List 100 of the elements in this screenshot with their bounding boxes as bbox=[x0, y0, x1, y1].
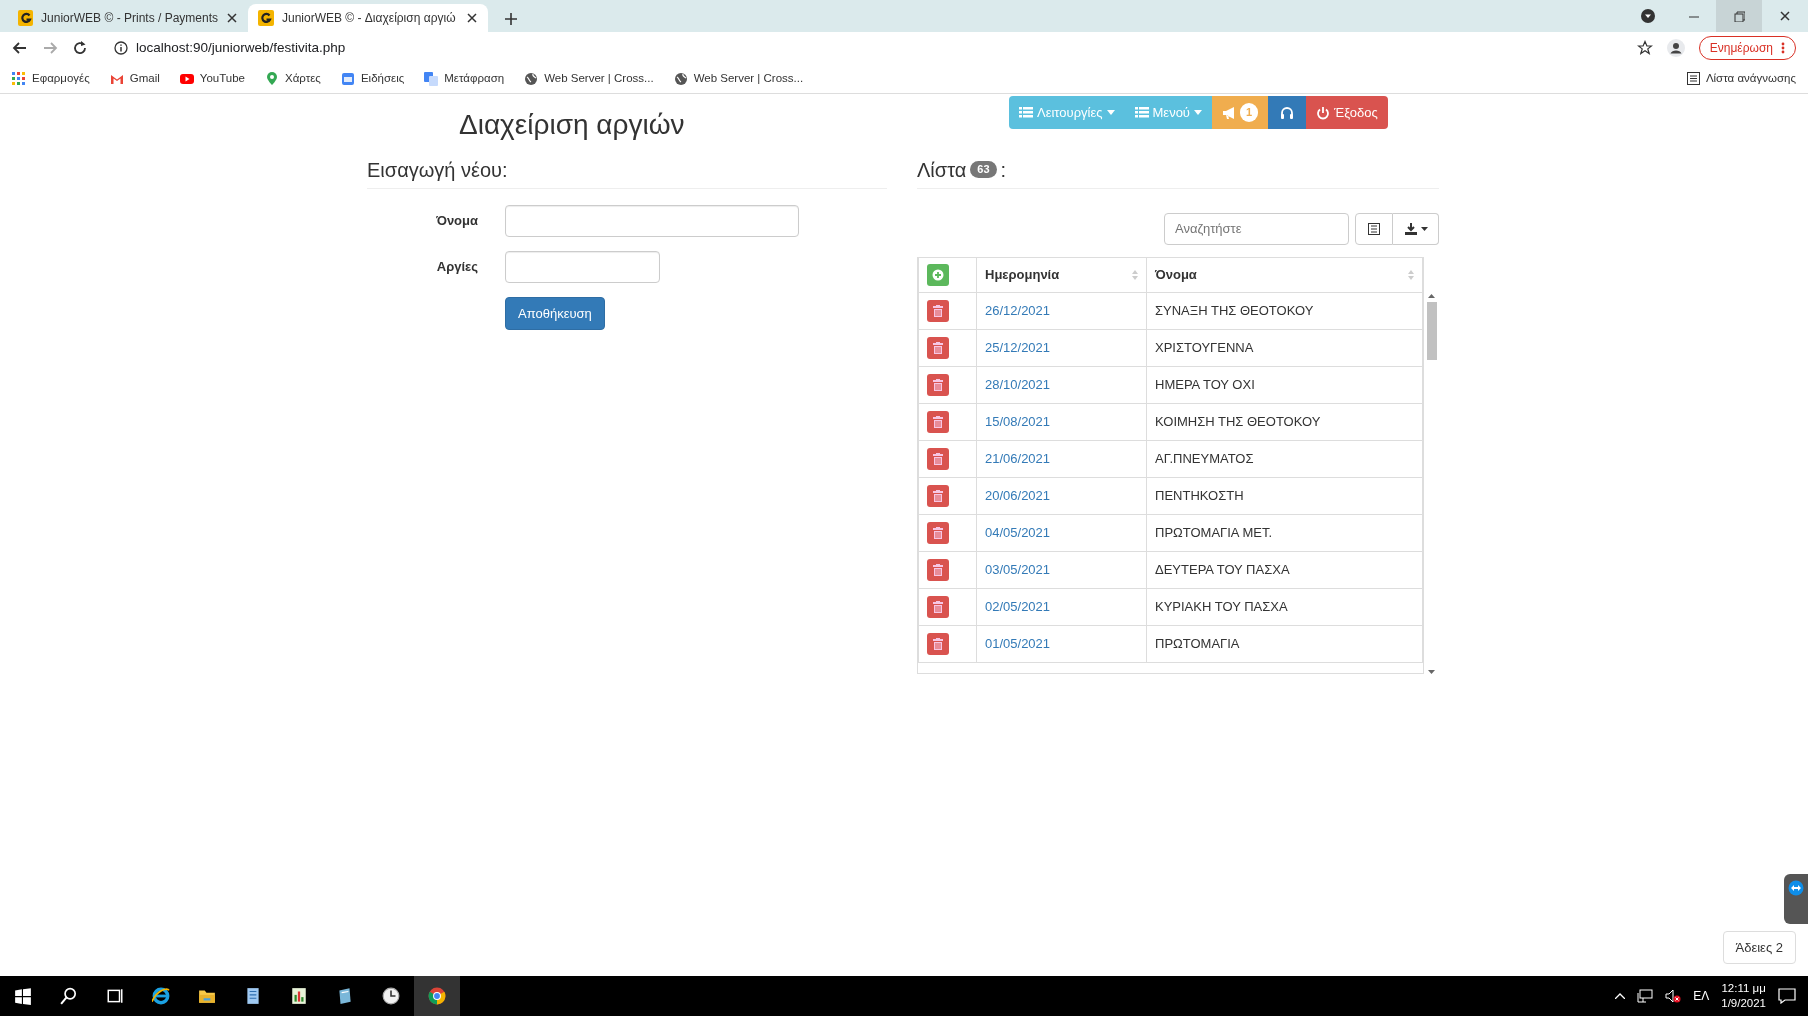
close-icon[interactable] bbox=[226, 12, 238, 24]
delete-button[interactable] bbox=[927, 299, 949, 322]
delete-button[interactable] bbox=[927, 484, 949, 507]
bookmark[interactable]: Εφαρμογές bbox=[12, 69, 90, 88]
browser-tab[interactable]: JuniorWEB © - Διαχείριση αργιώ bbox=[248, 4, 488, 32]
bookmark[interactable]: Μετάφραση bbox=[424, 69, 505, 88]
reload-icon[interactable] bbox=[72, 40, 88, 56]
trash-icon bbox=[933, 415, 943, 428]
apps-grid-icon bbox=[12, 71, 26, 86]
section-heading: Εισαγωγή νέου: bbox=[367, 157, 887, 189]
bookmark[interactable]: Gmail bbox=[109, 69, 160, 88]
table-cell: ΔΕΥΤΕΡΑ ΤΟΥ ΠΑΣΧΑ bbox=[1146, 551, 1423, 589]
new-tab-icon[interactable] bbox=[504, 12, 518, 27]
date-link[interactable]: 02/05/2021 bbox=[985, 598, 1051, 614]
bookmark[interactable]: Web Server | Cross... bbox=[673, 69, 804, 88]
more-icon bbox=[1781, 42, 1785, 54]
chart-document-icon[interactable] bbox=[290, 987, 308, 1005]
profile-icon[interactable] bbox=[1666, 39, 1685, 57]
delete-button[interactable] bbox=[927, 521, 949, 544]
trash-icon bbox=[933, 600, 943, 613]
close-icon[interactable] bbox=[466, 12, 478, 24]
update-button[interactable]: Ενημέρωση bbox=[1698, 36, 1796, 60]
delete-button[interactable] bbox=[927, 336, 949, 359]
trash-icon bbox=[933, 378, 943, 391]
address-bar[interactable]: localhost:90/juniorweb/festivita.php bbox=[114, 37, 1623, 59]
reading-list-button[interactable]: Λίστα ανάγνωσης bbox=[1686, 69, 1796, 88]
section-heading: Λίστα bbox=[917, 157, 967, 182]
delete-button[interactable] bbox=[927, 595, 949, 618]
leaves-button[interactable]: Άδειες 2 bbox=[1722, 930, 1796, 964]
date-link[interactable]: 28/10/2021 bbox=[985, 376, 1051, 392]
delete-button[interactable] bbox=[927, 373, 949, 396]
notebook-icon[interactable] bbox=[336, 987, 354, 1005]
export-button[interactable] bbox=[1393, 212, 1439, 245]
chevron-up-icon[interactable] bbox=[1615, 993, 1626, 999]
close-icon[interactable] bbox=[1779, 10, 1791, 22]
site-logo-icon bbox=[19, 12, 32, 24]
bookmark[interactable]: Web Server | Cross... bbox=[524, 69, 654, 88]
scroll-down-icon[interactable] bbox=[1428, 669, 1435, 674]
table-cell: ΠΡΩΤΟΜΑΓΙΑ ΜΕΤ. bbox=[1146, 514, 1423, 552]
folder-icon[interactable] bbox=[198, 987, 216, 1005]
clock[interactable]: 12:11 μμ 1/9/2021 bbox=[1721, 981, 1766, 1011]
delete-button[interactable] bbox=[927, 558, 949, 581]
clock-icon[interactable] bbox=[382, 987, 400, 1005]
table-cell: ΗΜΕΡΑ ΤΟΥ ΟΧΙ bbox=[1146, 366, 1423, 404]
browser-e-icon[interactable] bbox=[152, 987, 170, 1005]
table-cell: ΠΕΝΤΗΚΟΣΤΗ bbox=[1146, 477, 1423, 515]
scrollbar-thumb[interactable] bbox=[1426, 301, 1437, 360]
task-view-icon[interactable] bbox=[106, 987, 124, 1005]
date-link[interactable]: 04/05/2021 bbox=[985, 524, 1051, 540]
browser-tab[interactable]: JuniorWEB © - Prints / Payments bbox=[8, 4, 248, 32]
columns-button[interactable] bbox=[1355, 212, 1393, 245]
delete-button[interactable] bbox=[927, 410, 949, 433]
bookmark-star-icon[interactable] bbox=[1636, 40, 1653, 56]
site-logo-icon bbox=[260, 12, 272, 24]
date-link[interactable]: 03/05/2021 bbox=[985, 561, 1051, 577]
network-icon[interactable] bbox=[1637, 989, 1654, 1003]
video-play-icon bbox=[179, 71, 194, 86]
profile-dropdown-icon[interactable] bbox=[1640, 8, 1656, 24]
restore-icon[interactable] bbox=[1733, 10, 1745, 22]
support-button[interactable] bbox=[1268, 96, 1307, 129]
text-field[interactable] bbox=[505, 250, 660, 283]
search-icon[interactable] bbox=[60, 987, 78, 1005]
map-pin-icon bbox=[265, 71, 279, 86]
date-link[interactable]: 21/06/2021 bbox=[985, 450, 1051, 466]
table-cell: ΚΥΡΙΑΚΗ ΤΟΥ ΠΑΣΧΑ bbox=[1146, 588, 1423, 626]
count-badge: 63 bbox=[970, 161, 997, 179]
logout-button[interactable]: Έξοδος bbox=[1306, 96, 1388, 129]
date-link[interactable]: 15/08/2021 bbox=[985, 413, 1051, 429]
power-icon bbox=[1316, 105, 1331, 120]
scroll-up-icon[interactable] bbox=[1428, 293, 1435, 298]
column-header[interactable]: Όνομα bbox=[1155, 264, 1197, 285]
windows-logo-icon[interactable] bbox=[14, 987, 32, 1005]
trash-icon bbox=[933, 341, 943, 354]
search-field[interactable]: Αναζητήστε bbox=[1164, 212, 1349, 245]
date-link[interactable]: 26/12/2021 bbox=[985, 302, 1051, 318]
speaker-muted-icon[interactable] bbox=[1665, 989, 1682, 1003]
remote-support-tab[interactable] bbox=[1784, 874, 1808, 924]
bookmark[interactable]: Χάρτες bbox=[265, 69, 321, 88]
delete-button[interactable] bbox=[927, 632, 949, 655]
bookmark[interactable]: YouTube bbox=[179, 69, 245, 88]
table-cell: ΣΥΝΑΞΗ ΤΗΣ ΘΕΟΤΟΚΟΥ bbox=[1146, 292, 1423, 330]
chrome-logo-icon[interactable] bbox=[428, 987, 446, 1005]
trash-icon bbox=[933, 637, 943, 650]
headphones-icon bbox=[1280, 105, 1295, 120]
trash-icon bbox=[933, 489, 943, 502]
info-icon bbox=[114, 41, 128, 55]
date-link[interactable]: 20/06/2021 bbox=[985, 487, 1051, 503]
delete-button[interactable] bbox=[927, 447, 949, 470]
language-indicator[interactable]: ΕΛ bbox=[1693, 987, 1710, 1005]
date-link[interactable]: 01/05/2021 bbox=[985, 635, 1051, 651]
date-link[interactable]: 25/12/2021 bbox=[985, 339, 1051, 355]
back-icon[interactable] bbox=[12, 40, 28, 56]
text-field[interactable] bbox=[505, 204, 799, 237]
bookmark[interactable]: Ειδήσεις bbox=[340, 69, 405, 88]
trash-icon bbox=[933, 563, 943, 576]
document-icon[interactable] bbox=[244, 987, 262, 1005]
globe-icon bbox=[673, 71, 688, 86]
caret-icon bbox=[1194, 110, 1202, 115]
notifications-icon[interactable] bbox=[1778, 988, 1796, 1004]
save-button[interactable]: Αποθήκευση bbox=[505, 296, 605, 331]
